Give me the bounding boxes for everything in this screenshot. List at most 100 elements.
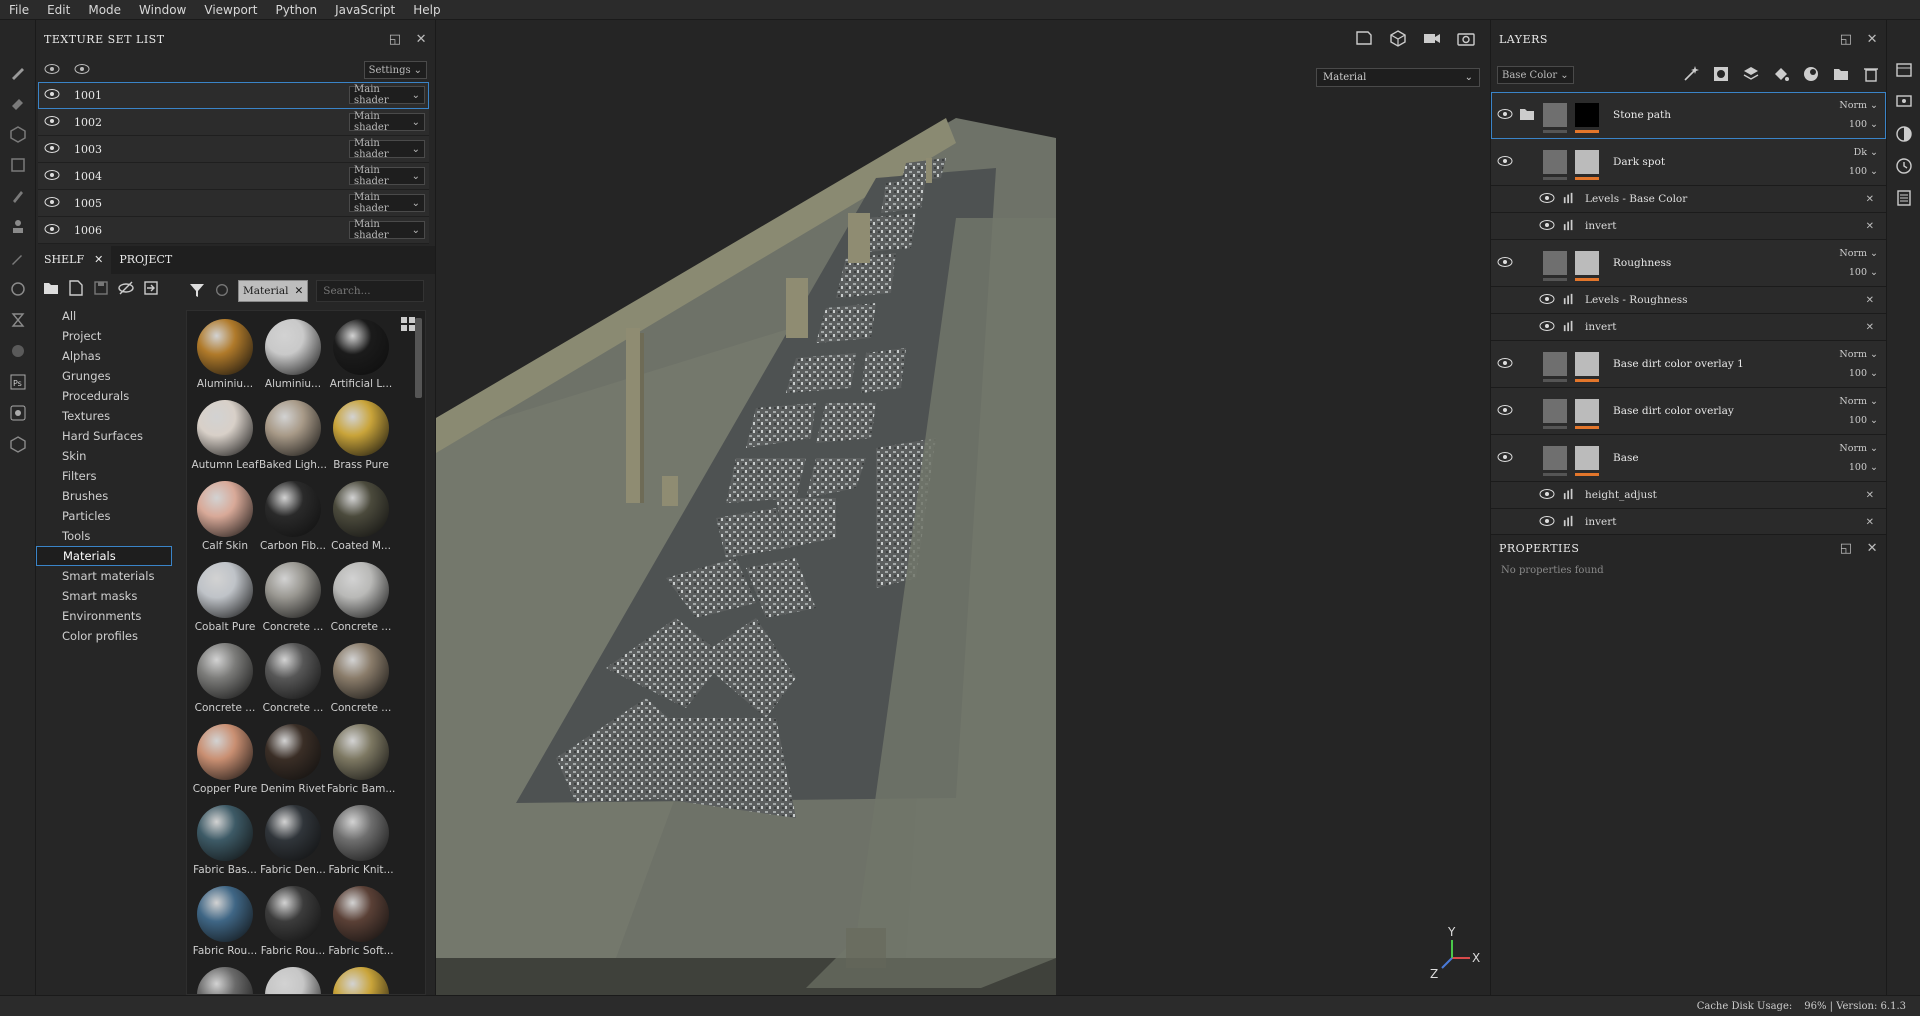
texture-set-row[interactable]: 1005 Main shader ⌄ xyxy=(38,190,429,217)
menu-help[interactable]: Help xyxy=(404,0,449,20)
category-tools[interactable]: Tools xyxy=(36,526,176,546)
material-thumbnail[interactable]: Fabric Knit... xyxy=(327,805,395,876)
projection-icon[interactable] xyxy=(0,118,36,149)
cube-view-icon[interactable] xyxy=(1388,29,1408,50)
blend-mode-select[interactable]: Norm xyxy=(1839,349,1867,360)
material-thumbnail[interactable]: Fabric Den... xyxy=(259,805,327,876)
menu-viewport[interactable]: Viewport xyxy=(195,0,266,20)
material-thumbnail[interactable]: Fabric Bam... xyxy=(327,724,395,795)
blend-mode-select[interactable]: Norm xyxy=(1839,100,1867,111)
close-icon[interactable]: ✕ xyxy=(1867,32,1878,47)
add-folder-icon[interactable] xyxy=(1832,65,1850,86)
add-effect-icon[interactable] xyxy=(1802,65,1820,86)
material-thumbnail[interactable]: Artificial L... xyxy=(327,319,395,390)
shader-select[interactable]: Main shader ⌄ xyxy=(349,111,425,133)
texture-set-row[interactable]: 1004 Main shader ⌄ xyxy=(38,163,429,190)
history-icon[interactable] xyxy=(1887,150,1920,182)
hide-icon[interactable] xyxy=(117,279,135,300)
category-materials[interactable]: Materials xyxy=(36,546,172,566)
material-thumbnail[interactable]: Cobalt Pure xyxy=(191,562,259,633)
material-thumbnail[interactable]: Carbon Fib... xyxy=(259,481,327,552)
category-smart-masks[interactable]: Smart masks xyxy=(36,586,176,606)
layer-folder-row[interactable]: Stone path Norm ⌄ 100 ⌄ xyxy=(1491,92,1886,139)
shader-settings-icon[interactable] xyxy=(1887,118,1920,150)
folder-icon[interactable] xyxy=(1519,107,1535,124)
eye-icon[interactable] xyxy=(1539,192,1555,207)
color-picker-icon[interactable] xyxy=(0,242,36,273)
remove-effect-icon[interactable]: ✕ xyxy=(1866,322,1874,333)
material-thumbnail[interactable]: Fabric Rou... xyxy=(259,886,327,957)
new-document-icon[interactable] xyxy=(67,279,85,300)
material-thumbnail[interactable]: Copper Pure xyxy=(191,724,259,795)
blend-mode-select[interactable]: Norm xyxy=(1839,248,1867,259)
menu-javascript[interactable]: JavaScript xyxy=(326,0,404,20)
log-icon[interactable] xyxy=(1887,182,1920,214)
float-icon[interactable]: ◱ xyxy=(389,32,402,47)
material-thumbnail[interactable]: Denim Rivet xyxy=(259,724,327,795)
close-icon[interactable]: ✕ xyxy=(1867,541,1878,556)
material-thumbnail[interactable]: Aluminiu... xyxy=(191,319,259,390)
category-smart-materials[interactable]: Smart materials xyxy=(36,566,176,586)
eye-icon[interactable] xyxy=(44,115,60,130)
close-icon[interactable]: ✕ xyxy=(94,246,103,274)
material-thumbnail[interactable]: Concrete ... xyxy=(259,643,327,714)
category-hard-surfaces[interactable]: Hard Surfaces xyxy=(36,426,176,446)
layer-effect-row[interactable]: invert ✕ xyxy=(1491,509,1886,536)
material-thumbnail[interactable]: Fabric Soft... xyxy=(327,886,395,957)
blend-mode-select[interactable]: Norm xyxy=(1839,443,1867,454)
category-brushes[interactable]: Brushes xyxy=(36,486,176,506)
remove-effect-icon[interactable]: ✕ xyxy=(1866,517,1874,528)
bake-icon[interactable] xyxy=(0,273,36,304)
material-thumbnail[interactable]: Concrete ... xyxy=(327,643,395,714)
category-grunges[interactable]: Grunges xyxy=(36,366,176,386)
layer-effect-row[interactable]: Levels - Base Color ✕ xyxy=(1491,186,1886,213)
clone-stamp-icon[interactable] xyxy=(0,211,36,242)
eye-icon[interactable] xyxy=(44,196,60,211)
layer-effect-row[interactable]: height_adjust ✕ xyxy=(1491,482,1886,509)
folder-icon[interactable] xyxy=(42,279,60,300)
material-thumbnail[interactable]: Calf Skin xyxy=(191,481,259,552)
photoshop-icon[interactable]: Ps xyxy=(0,366,36,397)
delete-icon[interactable] xyxy=(1862,65,1880,86)
material-thumbnail[interactable]: Concrete ... xyxy=(327,562,395,633)
opacity-value[interactable]: 100 xyxy=(1849,415,1867,426)
opacity-value[interactable]: 100 xyxy=(1849,166,1867,177)
category-alphas[interactable]: Alphas xyxy=(36,346,176,366)
remove-effect-icon[interactable]: ✕ xyxy=(1866,194,1874,205)
eye-icon[interactable] xyxy=(44,88,60,103)
remove-effect-icon[interactable]: ✕ xyxy=(1866,490,1874,501)
paint-brush-icon[interactable] xyxy=(0,56,36,87)
tab-project[interactable]: PROJECT xyxy=(111,246,180,274)
scene-render[interactable]: X Y Z xyxy=(436,58,1490,995)
material-thumbnail[interactable]: Fabric Rou... xyxy=(191,886,259,957)
polygon-fill-icon[interactable] xyxy=(0,149,36,180)
viewport-mode-select[interactable]: Material ⌄ xyxy=(1316,68,1480,87)
fill-layer-icon[interactable] xyxy=(1772,65,1790,86)
opacity-value[interactable]: 100 xyxy=(1849,267,1867,278)
texture-set-row[interactable]: 1001 Main shader ⌄ xyxy=(38,82,429,109)
add-mask-icon[interactable] xyxy=(1712,65,1730,86)
material-thumbnail[interactable]: Baked Ligh... xyxy=(259,400,327,471)
category-skin[interactable]: Skin xyxy=(36,446,176,466)
opacity-value[interactable]: 100 xyxy=(1849,119,1867,130)
video-camera-icon[interactable] xyxy=(1422,29,1442,50)
eye-icon[interactable] xyxy=(1497,404,1513,419)
category-all[interactable]: All xyxy=(36,306,176,326)
blend-mode-select[interactable]: Dk xyxy=(1854,147,1867,158)
hourglass-icon[interactable] xyxy=(0,304,36,335)
shader-select[interactable]: Main shader ⌄ xyxy=(349,192,425,214)
substance-icon[interactable] xyxy=(0,335,36,366)
texture-set-row[interactable]: 1006 Main shader ⌄ xyxy=(38,217,429,244)
texture-set-settings-icon[interactable] xyxy=(1887,54,1920,86)
shader-select[interactable]: Main shader ⌄ xyxy=(349,165,425,187)
layer-effect-row[interactable]: invert ✕ xyxy=(1491,314,1886,341)
float-icon[interactable]: ◱ xyxy=(1840,32,1853,47)
material-thumbnail[interactable]: Fabric Bas... xyxy=(191,805,259,876)
remove-filter-icon[interactable]: ✕ xyxy=(294,285,303,297)
eye-icon[interactable] xyxy=(1497,256,1513,271)
search-input[interactable]: Search... xyxy=(316,280,425,302)
save-icon[interactable] xyxy=(92,279,110,300)
magic-wand-icon[interactable] xyxy=(1682,65,1700,86)
material-thumbnail[interactable]: Autumn Leaf xyxy=(191,400,259,471)
category-color-profiles[interactable]: Color profiles xyxy=(36,626,176,646)
